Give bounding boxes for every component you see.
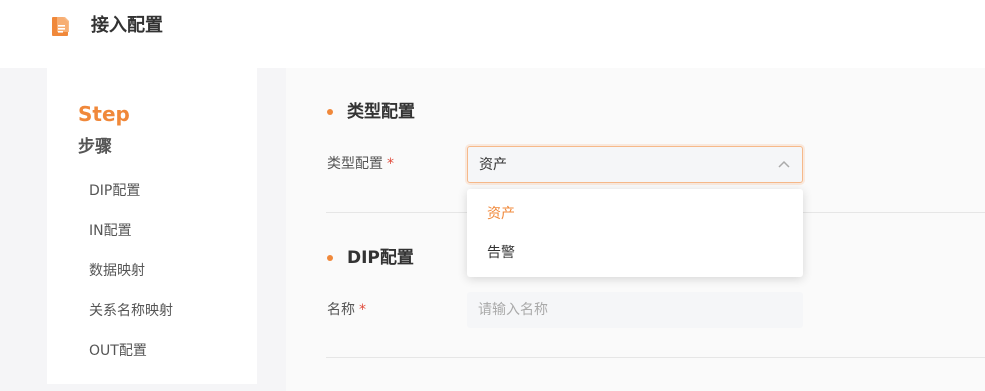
sidebar-item-data-mapping[interactable]: 数据映射 <box>89 261 145 281</box>
type-section-title: 类型配置 <box>347 102 415 122</box>
name-input[interactable] <box>467 292 803 328</box>
sidebar-item-in-config[interactable]: IN配置 <box>89 221 132 241</box>
dropdown-option-alarm[interactable]: 告警 <box>487 243 515 263</box>
app-header: 接入配置 <box>0 0 985 68</box>
type-field-label-text: 类型配置 <box>327 156 383 172</box>
document-logo-icon <box>52 17 69 36</box>
steps-sidebar: Step 步骤 DIP配置 IN配置 数据映射 关系名称映射 OUT配置 <box>47 68 257 384</box>
sidebar-item-out-config[interactable]: OUT配置 <box>89 341 147 361</box>
type-select-value: 资产 <box>479 157 507 173</box>
step-heading-cn: 步骤 <box>78 137 112 157</box>
section-divider <box>326 357 985 358</box>
dropdown-option-asset[interactable]: 资产 <box>487 204 515 224</box>
page-title: 接入配置 <box>91 15 163 36</box>
required-mark: * <box>359 302 366 318</box>
name-field-label-text: 名称 <box>327 302 355 318</box>
step-heading-en: Step <box>78 102 130 126</box>
section-bullet <box>327 109 333 115</box>
chevron-up-icon <box>778 160 790 168</box>
name-field-label: 名称 * <box>327 300 366 320</box>
sidebar-item-relation-name-mapping[interactable]: 关系名称映射 <box>89 301 173 321</box>
required-mark: * <box>387 156 394 172</box>
type-select[interactable]: 资产 <box>467 146 803 183</box>
dip-section-title: DIP配置 <box>347 248 414 268</box>
section-bullet <box>327 255 333 261</box>
type-select-dropdown: 资产 告警 <box>467 189 803 277</box>
type-field-label: 类型配置 * <box>327 154 394 174</box>
sidebar-item-dip-config[interactable]: DIP配置 <box>89 181 140 201</box>
